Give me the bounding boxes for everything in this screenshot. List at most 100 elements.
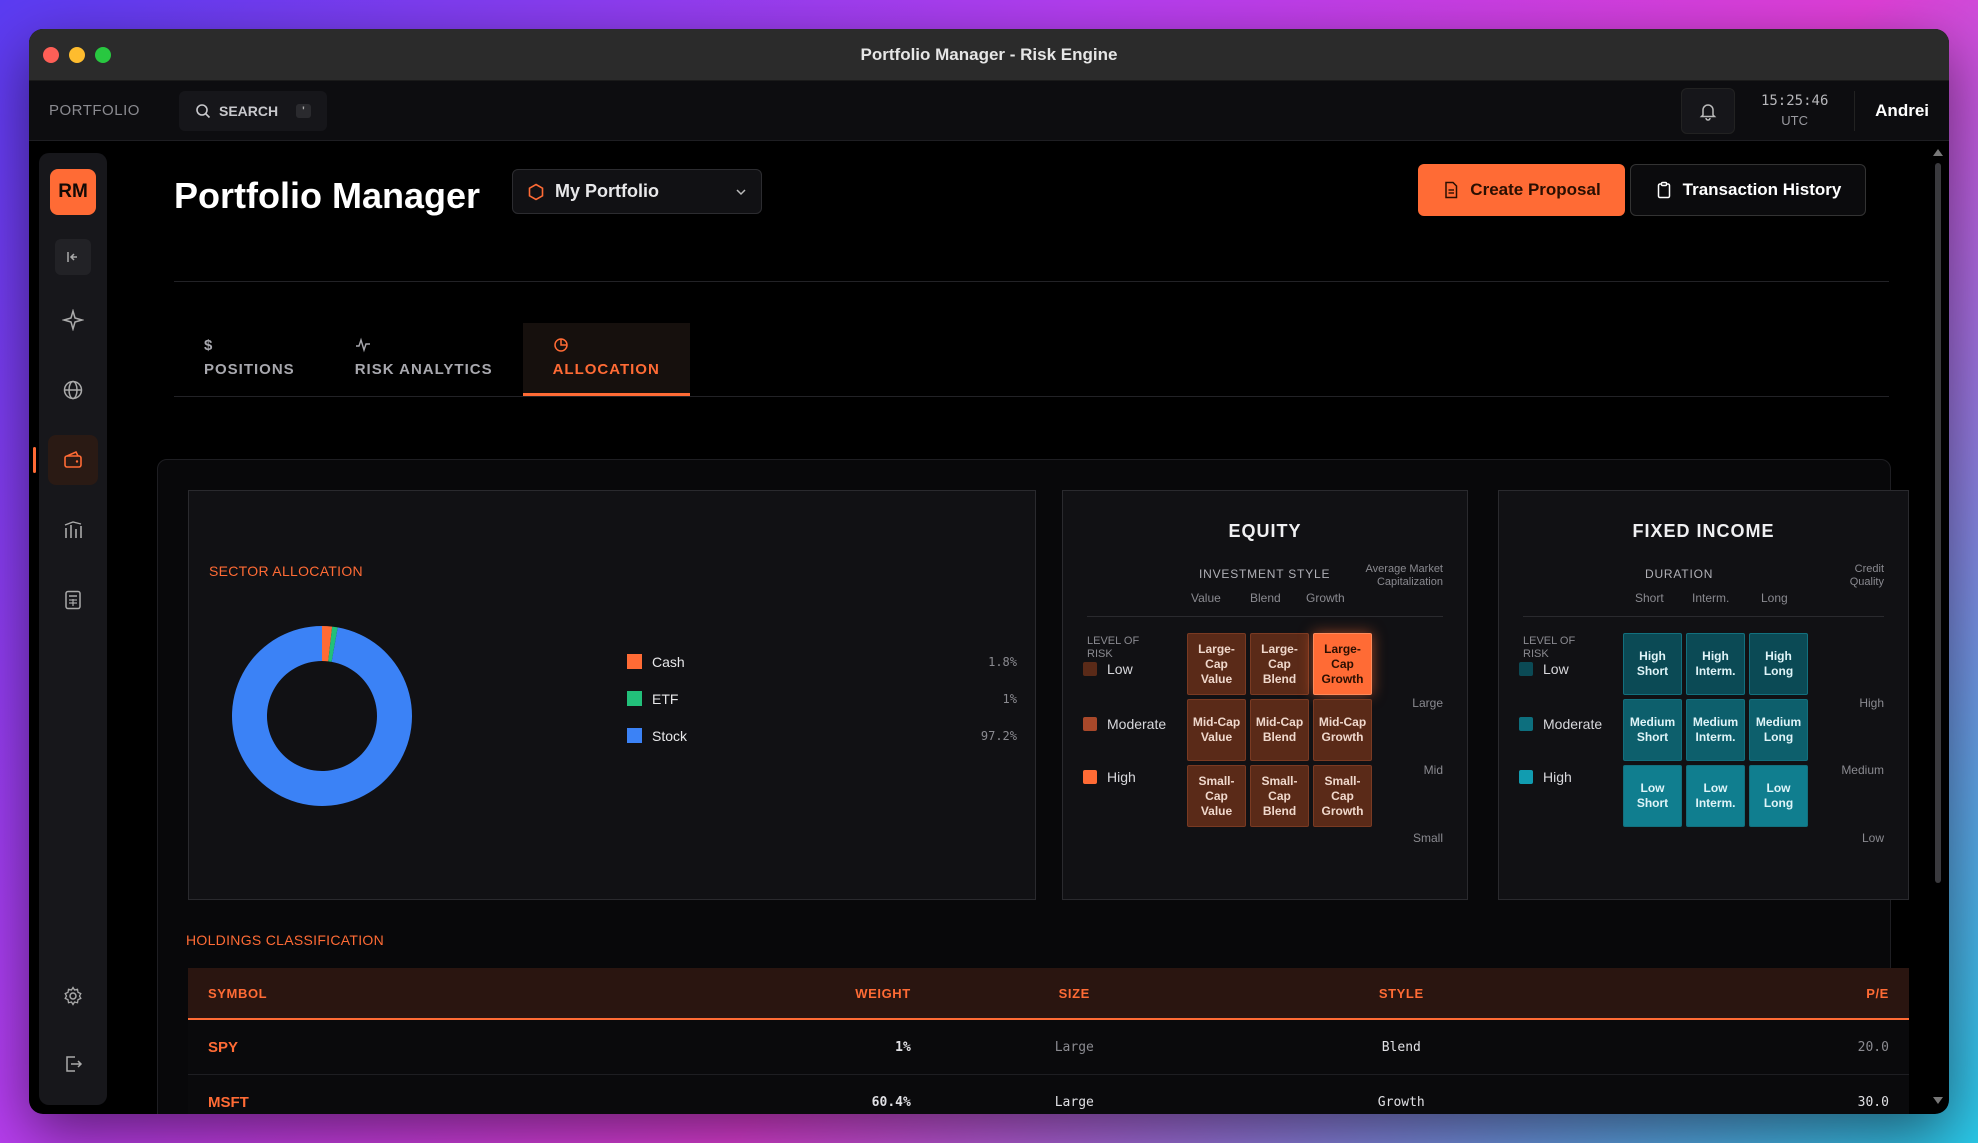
portfolio-select[interactable]: My Portfolio xyxy=(512,169,762,214)
maximize-window-button[interactable] xyxy=(95,47,111,63)
fixed-cell-high-interm[interactable]: High Interm. xyxy=(1686,633,1745,695)
legend-item-stock[interactable]: Stock 97.2% xyxy=(627,717,1017,754)
equity-cell-mid-cap-value[interactable]: Mid-Cap Value xyxy=(1187,699,1246,761)
fixed-risk-low: Low xyxy=(1519,661,1569,677)
cell-size: Large xyxy=(1054,1039,1094,1055)
clipboard-icon xyxy=(1657,181,1670,199)
logout-icon xyxy=(66,1056,83,1072)
equity-risk-moderate: Moderate xyxy=(1083,716,1166,732)
avg-market-cap-line2: Capitalization xyxy=(1376,576,1443,588)
legend-item-etf[interactable]: ETF 1% xyxy=(627,680,1017,717)
create-proposal-button[interactable]: Create Proposal xyxy=(1418,164,1625,216)
hexagon-icon xyxy=(528,183,544,200)
equity-level-line1: LEVEL OF xyxy=(1087,635,1140,647)
equity-level-line2: RISK xyxy=(1087,648,1113,660)
cell-symbol[interactable]: MSFT xyxy=(188,1094,618,1111)
fixed-cell-medium-short[interactable]: Medium Short xyxy=(1623,699,1682,761)
fixed-cell-low-long[interactable]: Low Long xyxy=(1749,765,1808,827)
avatar[interactable]: RM xyxy=(50,169,96,215)
cell-weight: 1% xyxy=(895,1039,911,1055)
scroll-up-arrow[interactable] xyxy=(1933,149,1943,156)
fixed-cell-high-short[interactable]: High Short xyxy=(1623,633,1682,695)
col-style[interactable]: STYLE xyxy=(1238,986,1565,1001)
notifications-button[interactable] xyxy=(1681,87,1736,134)
equity-cell-small-cap-blend[interactable]: Small-Cap Blend xyxy=(1250,765,1309,827)
holdings-table: SYMBOL WEIGHT SIZE STYLE P/E SPY 1% Larg… xyxy=(188,968,1909,1114)
search-label: SEARCH xyxy=(219,102,279,119)
legend-percent: 97.2% xyxy=(980,728,1017,743)
portfolio-select-value: My Portfolio xyxy=(555,181,659,201)
fixed-col-short: Short xyxy=(1635,591,1664,605)
risk-swatch xyxy=(1519,662,1533,676)
tab-positions[interactable]: $ POSITIONS xyxy=(174,323,325,396)
col-symbol[interactable]: SYMBOL xyxy=(188,986,618,1001)
equity-cell-small-cap-growth[interactable]: Small-Cap Growth xyxy=(1313,765,1372,827)
allocation-panel: SECTOR ALLOCATION Cash 1.8% ETF 1% Stock… xyxy=(157,459,1909,1114)
fixed-cell-medium-interm[interactable]: Medium Interm. xyxy=(1686,699,1745,761)
tab-allocation[interactable]: ALLOCATION xyxy=(522,323,690,396)
equity-cell-mid-cap-growth[interactable]: Mid-Cap Growth xyxy=(1313,699,1372,761)
fixed-cell-low-interm[interactable]: Low Interm. xyxy=(1686,765,1745,827)
sidebar-item-calculator[interactable] xyxy=(48,575,98,625)
risk-swatch xyxy=(1083,770,1097,784)
fixed-cell-medium-long[interactable]: Medium Long xyxy=(1749,699,1808,761)
fixed-risk-moderate: Moderate xyxy=(1519,716,1602,732)
table-row[interactable]: MSFT 60.4% Large Growth 30.0 xyxy=(188,1075,1909,1114)
fixed-cell-high-long[interactable]: High Long xyxy=(1749,633,1808,695)
risk-label: High xyxy=(1543,769,1572,785)
equity-cell-large-cap-value[interactable]: Large-Cap Value xyxy=(1187,633,1246,695)
search-button[interactable]: SEARCH ' xyxy=(179,90,327,131)
sidebar-item-logout[interactable] xyxy=(48,1039,98,1089)
risk-label: Moderate xyxy=(1543,716,1603,732)
risk-swatch xyxy=(1519,717,1533,731)
equity-cell-small-cap-value[interactable]: Small-Cap Value xyxy=(1187,765,1246,827)
equity-style-grid: Large-Cap Value Large-Cap Blend Large-Cap … xyxy=(1187,633,1372,827)
fixed-level-of-risk: LEVEL OF RISK xyxy=(1523,635,1575,661)
sidebar: RM xyxy=(33,153,107,1105)
equity-risk-low: Low xyxy=(1083,661,1133,677)
risk-swatch xyxy=(1083,717,1097,731)
page-scrollbar[interactable] xyxy=(1933,149,1943,1104)
sidebar-item-ai[interactable] xyxy=(48,295,98,345)
clock: 15:25:46 UTC xyxy=(1735,90,1856,131)
clock-timezone: UTC xyxy=(1781,112,1809,128)
equity-cell-large-cap-blend[interactable]: Large-Cap Blend xyxy=(1250,633,1309,695)
user-name[interactable]: Andrei xyxy=(1855,101,1949,121)
holdings-classification-label: HOLDINGS CLASSIFICATION xyxy=(186,932,385,948)
col-weight[interactable]: WEIGHT xyxy=(618,986,911,1001)
transaction-history-button[interactable]: Transaction History xyxy=(1630,164,1866,216)
cell-style: Blend xyxy=(1381,1039,1421,1055)
equity-col-blend: Blend xyxy=(1250,591,1281,605)
pie-icon xyxy=(553,337,660,355)
sidebar-item-markets[interactable] xyxy=(48,365,98,415)
sidebar-item-portfolio[interactable] xyxy=(33,435,98,485)
minimize-window-button[interactable] xyxy=(69,47,85,63)
cell-symbol[interactable]: SPY xyxy=(188,1039,618,1056)
legend-label: Cash xyxy=(652,653,685,670)
search-icon xyxy=(196,103,211,118)
scrollbar-thumb[interactable] xyxy=(1935,163,1941,883)
sidebar-item-settings[interactable] xyxy=(48,971,98,1021)
col-size[interactable]: SIZE xyxy=(911,986,1238,1001)
col-pe[interactable]: P/E xyxy=(1565,986,1909,1001)
donut-slice-stock[interactable] xyxy=(232,626,412,806)
page-title: Portfolio Manager xyxy=(174,175,481,216)
scroll-down-arrow[interactable] xyxy=(1933,1097,1943,1104)
fixed-cell-low-short[interactable]: Low Short xyxy=(1623,765,1682,827)
sector-donut-chart xyxy=(232,626,412,806)
globe-icon xyxy=(63,380,83,400)
table-row[interactable]: SPY 1% Large Blend 20.0 xyxy=(188,1020,1909,1075)
sector-allocation-card: SECTOR ALLOCATION Cash 1.8% ETF 1% Stock… xyxy=(188,490,1036,900)
legend-swatch xyxy=(627,691,642,706)
sidebar-item-analytics[interactable] xyxy=(48,505,98,555)
avg-market-cap-line1: Average Market xyxy=(1365,563,1443,575)
sidebar-collapse-button[interactable] xyxy=(55,239,91,275)
brand-label: PORTFOLIO xyxy=(49,102,140,119)
tab-risk-analytics[interactable]: RISK ANALYTICS xyxy=(325,323,523,396)
equity-cell-large-cap-growth[interactable]: Large-Cap Growth xyxy=(1313,633,1372,695)
top-bar: PORTFOLIO SEARCH ' 15:25:46 UTC Andrei xyxy=(29,81,1949,141)
credit-quality-heading: Credit Quality xyxy=(1850,563,1884,589)
close-window-button[interactable] xyxy=(43,47,59,63)
equity-cell-mid-cap-blend[interactable]: Mid-Cap Blend xyxy=(1250,699,1309,761)
legend-item-cash[interactable]: Cash 1.8% xyxy=(627,643,1017,680)
